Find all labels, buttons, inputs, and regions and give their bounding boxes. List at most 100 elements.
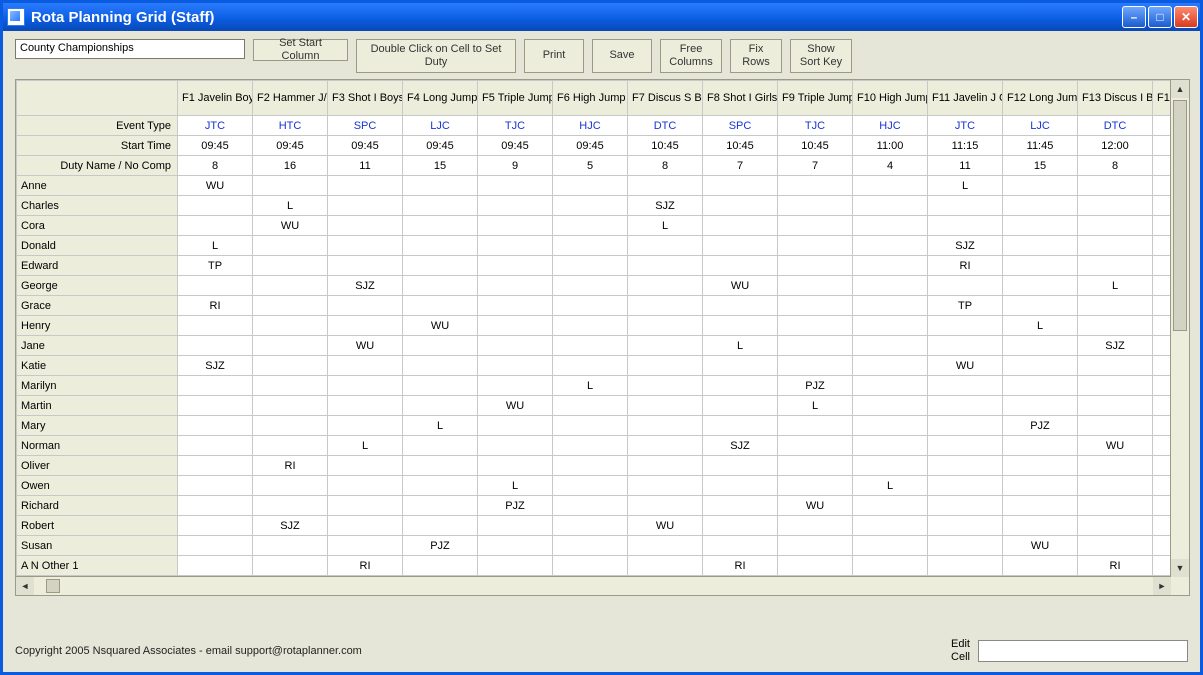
duty-cell[interactable]: WU bbox=[703, 276, 778, 296]
duty-cell[interactable] bbox=[478, 236, 553, 256]
duty-cell[interactable] bbox=[1078, 356, 1153, 376]
duty-cell[interactable] bbox=[628, 256, 703, 276]
duty-cell[interactable]: RI bbox=[1078, 556, 1153, 576]
duty-cell[interactable] bbox=[253, 236, 328, 256]
duty-cell[interactable] bbox=[253, 536, 328, 556]
duty-cell[interactable] bbox=[628, 316, 703, 336]
duty-cell[interactable] bbox=[853, 456, 928, 476]
duty-cell[interactable] bbox=[1078, 236, 1153, 256]
duty-cell[interactable] bbox=[1078, 296, 1153, 316]
duty-cell[interactable] bbox=[553, 436, 628, 456]
duty-cell[interactable] bbox=[328, 416, 403, 436]
duty-cell[interactable] bbox=[628, 476, 703, 496]
duty-cell[interactable] bbox=[478, 416, 553, 436]
duty-cell[interactable] bbox=[1003, 276, 1078, 296]
meta-cell[interactable]: 09:45 bbox=[253, 136, 328, 156]
meta-cell[interactable]: SPC bbox=[703, 116, 778, 136]
duty-cell[interactable] bbox=[1003, 376, 1078, 396]
meta-cell[interactable]: 15 bbox=[1003, 156, 1078, 176]
meta-cell[interactable]: 11 bbox=[328, 156, 403, 176]
duty-cell[interactable]: TP bbox=[928, 296, 1003, 316]
duty-cell[interactable] bbox=[928, 556, 1003, 576]
duty-cell[interactable] bbox=[478, 436, 553, 456]
duty-cell[interactable] bbox=[478, 516, 553, 536]
duty-cell[interactable]: TP bbox=[178, 256, 253, 276]
duty-cell[interactable] bbox=[553, 476, 628, 496]
duty-cell[interactable]: WU bbox=[1003, 536, 1078, 556]
duty-cell[interactable] bbox=[928, 396, 1003, 416]
duty-cell[interactable] bbox=[403, 196, 478, 216]
duty-cell[interactable] bbox=[1003, 356, 1078, 376]
meta-cell[interactable]: 09:45 bbox=[553, 136, 628, 156]
double-click-hint-button[interactable]: Double Click on Cell to Set Duty bbox=[356, 39, 516, 73]
duty-cell[interactable] bbox=[178, 476, 253, 496]
duty-cell[interactable] bbox=[253, 416, 328, 436]
duty-cell[interactable] bbox=[178, 456, 253, 476]
duty-cell[interactable] bbox=[553, 216, 628, 236]
duty-cell[interactable] bbox=[403, 276, 478, 296]
event-header[interactable]: F12 Long Jump J Boys bbox=[1003, 81, 1078, 116]
duty-cell[interactable] bbox=[403, 556, 478, 576]
duty-cell[interactable] bbox=[553, 516, 628, 536]
meta-cell[interactable]: TJC bbox=[478, 116, 553, 136]
duty-cell[interactable] bbox=[778, 296, 853, 316]
event-header[interactable]: F5 Triple Jump I Boys bbox=[478, 81, 553, 116]
duty-cell[interactable] bbox=[1078, 536, 1153, 556]
duty-cell[interactable] bbox=[778, 556, 853, 576]
duty-cell[interactable]: WU bbox=[778, 496, 853, 516]
duty-cell[interactable] bbox=[553, 536, 628, 556]
duty-cell[interactable] bbox=[328, 456, 403, 476]
duty-cell[interactable] bbox=[703, 516, 778, 536]
duty-cell[interactable] bbox=[703, 416, 778, 436]
meta-cell[interactable]: LJC bbox=[1003, 116, 1078, 136]
duty-cell[interactable]: SJZ bbox=[1078, 336, 1153, 356]
duty-cell[interactable] bbox=[328, 476, 403, 496]
duty-cell[interactable] bbox=[928, 456, 1003, 476]
meta-cell[interactable]: 5 bbox=[553, 156, 628, 176]
duty-cell[interactable] bbox=[478, 356, 553, 376]
meta-cell[interactable]: 7 bbox=[778, 156, 853, 176]
duty-cell[interactable] bbox=[328, 516, 403, 536]
duty-cell[interactable] bbox=[778, 276, 853, 296]
duty-cell[interactable]: L bbox=[178, 236, 253, 256]
duty-cell[interactable]: WU bbox=[478, 396, 553, 416]
duty-cell[interactable] bbox=[778, 216, 853, 236]
meta-cell[interactable]: DTC bbox=[1078, 116, 1153, 136]
duty-cell[interactable]: SJZ bbox=[703, 436, 778, 456]
scroll-down-icon[interactable]: ▼ bbox=[1171, 559, 1189, 577]
duty-cell[interactable] bbox=[1003, 456, 1078, 476]
duty-cell[interactable] bbox=[928, 496, 1003, 516]
duty-cell[interactable] bbox=[403, 396, 478, 416]
duty-cell[interactable] bbox=[328, 496, 403, 516]
maximize-button[interactable]: □ bbox=[1148, 6, 1172, 28]
duty-cell[interactable] bbox=[478, 216, 553, 236]
meta-cell[interactable]: 11:00 bbox=[853, 136, 928, 156]
meta-cell[interactable]: 10:45 bbox=[703, 136, 778, 156]
duty-cell[interactable] bbox=[853, 336, 928, 356]
duty-cell[interactable] bbox=[1003, 236, 1078, 256]
duty-cell[interactable] bbox=[178, 336, 253, 356]
edit-cell-input[interactable] bbox=[978, 640, 1188, 662]
duty-cell[interactable]: RI bbox=[328, 556, 403, 576]
duty-cell[interactable] bbox=[703, 236, 778, 256]
duty-cell[interactable] bbox=[253, 356, 328, 376]
event-dropdown[interactable]: County Championships bbox=[15, 39, 245, 59]
duty-cell[interactable] bbox=[553, 276, 628, 296]
grid-scroll[interactable]: F1 Javelin BoysF2 Hammer J/I/S BoysF3 Sh… bbox=[16, 80, 1189, 595]
duty-cell[interactable] bbox=[853, 216, 928, 236]
duty-cell[interactable] bbox=[328, 196, 403, 216]
duty-cell[interactable]: PJZ bbox=[778, 376, 853, 396]
duty-cell[interactable] bbox=[178, 276, 253, 296]
meta-cell[interactable]: LJC bbox=[403, 116, 478, 136]
duty-cell[interactable] bbox=[328, 176, 403, 196]
scroll-left-icon[interactable]: ◄ bbox=[16, 577, 34, 595]
duty-cell[interactable] bbox=[778, 316, 853, 336]
duty-cell[interactable] bbox=[778, 456, 853, 476]
duty-cell[interactable] bbox=[403, 336, 478, 356]
duty-cell[interactable] bbox=[403, 436, 478, 456]
duty-cell[interactable] bbox=[253, 496, 328, 516]
meta-cell[interactable]: 09:45 bbox=[328, 136, 403, 156]
meta-cell[interactable]: TJC bbox=[778, 116, 853, 136]
duty-cell[interactable] bbox=[1003, 556, 1078, 576]
duty-cell[interactable] bbox=[553, 296, 628, 316]
